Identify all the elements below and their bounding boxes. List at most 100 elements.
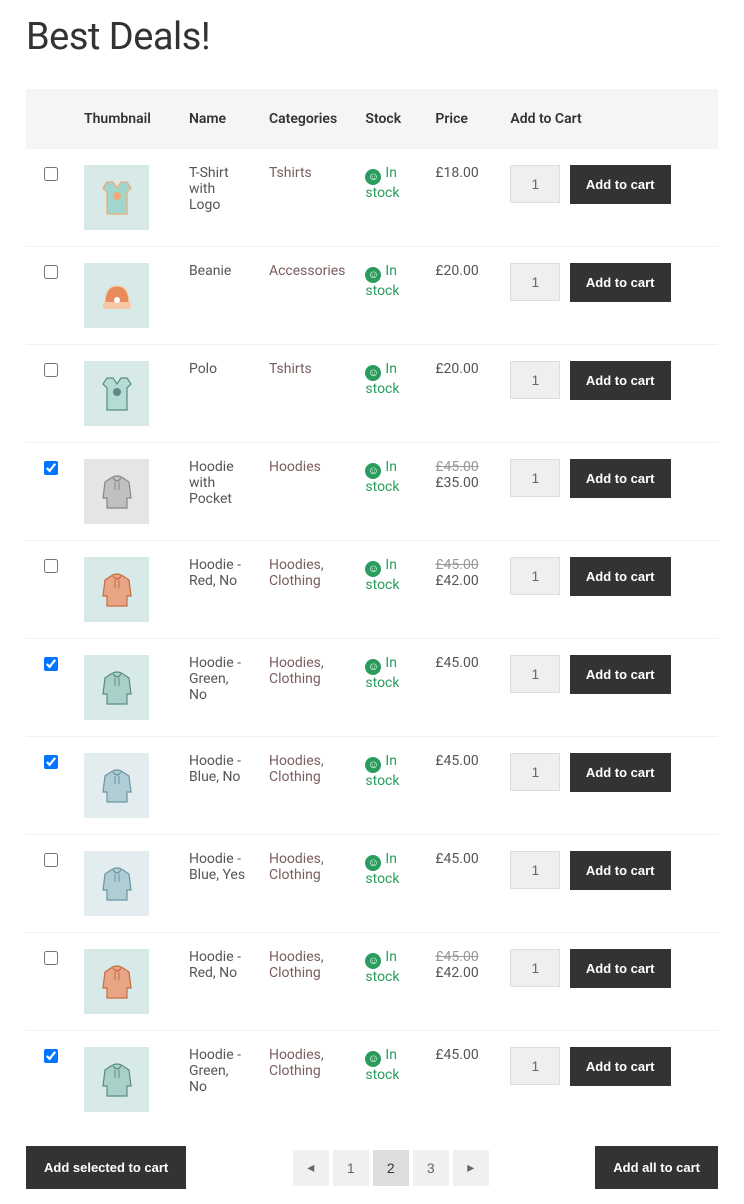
pagination-page-2[interactable]: 2 [373,1150,409,1186]
category-link[interactable]: Tshirts [269,361,312,377]
stock-status: ☺In stock [365,361,399,397]
smiley-icon: ☺ [365,463,381,479]
table-row: Hoodie - Red, No Hoodies, Clothing ☺In s… [26,541,718,639]
product-price: £45.00 [425,1031,500,1129]
product-thumbnail[interactable] [84,263,149,328]
product-name: Hoodie - Red, No [179,933,259,1031]
quantity-input[interactable] [510,165,560,203]
category-link[interactable]: Tshirts [269,165,312,181]
product-thumbnail[interactable] [84,361,149,426]
stock-status: ☺In stock [365,851,399,887]
row-checkbox[interactable] [44,1049,58,1063]
table-row: Hoodie - Blue, No Hoodies, Clothing ☺In … [26,737,718,835]
add-to-cart-button[interactable]: Add to cart [570,263,671,302]
quantity-input[interactable] [510,655,560,693]
products-table-wrap: Thumbnail Name Categories Stock Price Ad… [26,89,718,1128]
add-to-cart-button[interactable]: Add to cart [570,753,671,792]
add-selected-button[interactable]: Add selected to cart [26,1146,186,1189]
pagination-page-1[interactable]: 1 [333,1150,369,1186]
quantity-input[interactable] [510,851,560,889]
smiley-icon: ☺ [365,855,381,871]
header-stock: Stock [355,89,425,149]
add-to-cart-button[interactable]: Add to cart [570,949,671,988]
stock-status: ☺In stock [365,263,399,299]
smiley-icon: ☺ [365,561,381,577]
category-link[interactable]: Hoodies, Clothing [269,851,324,883]
row-checkbox[interactable] [44,951,58,965]
row-checkbox[interactable] [44,559,58,573]
quantity-input[interactable] [510,459,560,497]
table-row: Polo Tshirts ☺In stock £20.00 Add to car… [26,345,718,443]
product-name: Hoodie with Pocket [179,443,259,541]
add-to-cart-button[interactable]: Add to cart [570,361,671,400]
stock-status: ☺In stock [365,165,399,201]
chevron-left-icon: ◂ [307,1159,314,1176]
stock-status: ☺In stock [365,655,399,691]
row-checkbox[interactable] [44,461,58,475]
stock-status: ☺In stock [365,753,399,789]
product-thumbnail[interactable] [84,851,149,916]
smiley-icon: ☺ [365,659,381,675]
table-row: Hoodie - Red, No Hoodies, Clothing ☺In s… [26,933,718,1031]
pagination-prev[interactable]: ◂ [293,1150,329,1186]
row-checkbox[interactable] [44,167,58,181]
add-to-cart-button[interactable]: Add to cart [570,655,671,694]
product-name: Hoodie - Red, No [179,541,259,639]
product-price: £45.00 [425,639,500,737]
product-thumbnail[interactable] [84,949,149,1014]
product-name: Hoodie - Blue, No [179,737,259,835]
category-link[interactable]: Hoodies, Clothing [269,949,324,981]
add-to-cart-button[interactable]: Add to cart [570,851,671,890]
category-link[interactable]: Hoodies, Clothing [269,1047,324,1079]
category-link[interactable]: Hoodies, Clothing [269,753,324,785]
quantity-input[interactable] [510,361,560,399]
pagination: ◂ 123 ▸ [293,1150,489,1186]
product-thumbnail[interactable] [84,557,149,622]
header-price: Price [425,89,500,149]
pagination-next[interactable]: ▸ [453,1150,489,1186]
page-title: Best Deals! [26,15,718,59]
quantity-input[interactable] [510,949,560,987]
row-checkbox[interactable] [44,265,58,279]
product-price: £45.00£42.00 [425,541,500,639]
product-price: £20.00 [425,247,500,345]
add-to-cart-button[interactable]: Add to cart [570,1047,671,1086]
add-to-cart-button[interactable]: Add to cart [570,557,671,596]
product-thumbnail[interactable] [84,753,149,818]
quantity-input[interactable] [510,1047,560,1085]
pagination-page-3[interactable]: 3 [413,1150,449,1186]
add-to-cart-button[interactable]: Add to cart [570,459,671,498]
add-to-cart-button[interactable]: Add to cart [570,165,671,204]
smiley-icon: ☺ [365,169,381,185]
row-checkbox[interactable] [44,363,58,377]
category-link[interactable]: Hoodies, Clothing [269,655,324,687]
category-link[interactable]: Hoodies, Clothing [269,557,324,589]
product-name: Polo [179,345,259,443]
quantity-input[interactable] [510,557,560,595]
quantity-input[interactable] [510,753,560,791]
header-categories: Categories [259,89,355,149]
product-name: Hoodie - Green, No [179,1031,259,1129]
product-thumbnail[interactable] [84,459,149,524]
product-thumbnail[interactable] [84,655,149,720]
row-checkbox[interactable] [44,657,58,671]
quantity-input[interactable] [510,263,560,301]
add-all-button[interactable]: Add all to cart [595,1146,718,1189]
product-name: Hoodie - Blue, Yes [179,835,259,933]
category-link[interactable]: Hoodies [269,459,321,475]
smiley-icon: ☺ [365,757,381,773]
product-name: T-Shirt with Logo [179,149,259,247]
products-table: Thumbnail Name Categories Stock Price Ad… [26,89,718,1128]
product-price: £45.00£35.00 [425,443,500,541]
header-checkbox [26,89,74,149]
table-row: T-Shirt with Logo Tshirts ☺In stock £18.… [26,149,718,247]
stock-status: ☺In stock [365,1047,399,1083]
header-add-to-cart: Add to Cart [500,89,718,149]
row-checkbox[interactable] [44,853,58,867]
product-price: £18.00 [425,149,500,247]
category-link[interactable]: Accessories [269,263,345,279]
product-thumbnail[interactable] [84,165,149,230]
row-checkbox[interactable] [44,755,58,769]
product-thumbnail[interactable] [84,1047,149,1112]
product-price: £45.00£42.00 [425,933,500,1031]
